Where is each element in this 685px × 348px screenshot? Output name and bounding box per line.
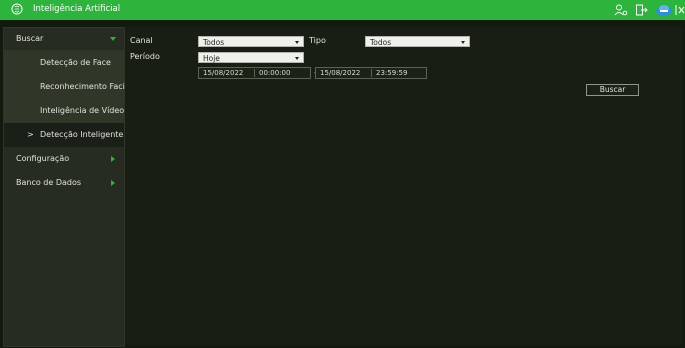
search-panel: Canal Todos Tipo Todos Período Hoje 15/0… <box>125 27 682 345</box>
dropdown-arrow-icon <box>295 57 299 60</box>
user-settings-icon[interactable] <box>614 3 628 17</box>
sidebar-item-deteccao-inteligente[interactable]: > Detecção Inteligente <box>4 123 124 147</box>
window-title: Inteligência Artificial <box>33 4 121 14</box>
close-icon[interactable] <box>675 3 685 17</box>
divider <box>254 69 255 77</box>
tipo-value: Todos <box>370 38 392 47</box>
sidebar-item-buscar[interactable]: Buscar <box>4 28 124 50</box>
chevron-right-icon <box>111 180 115 186</box>
brain-icon <box>11 3 23 15</box>
sidebar-item-label: Banco de Dados <box>16 178 82 187</box>
sidebar-item-label: Reconhecimento Facial <box>40 82 132 91</box>
sidebar-item-reconhecimento-facial[interactable]: Reconhecimento Facial <box>4 75 132 99</box>
sidebar-item-label: Detecção de Face <box>40 58 111 67</box>
start-datetime-field[interactable]: 15/08/2022 00:00:00 <box>198 67 311 79</box>
canal-label: Canal <box>130 36 153 45</box>
end-datetime-field[interactable]: 15/08/2022 23:59:59 <box>315 67 427 79</box>
canal-value: Todos <box>203 38 225 47</box>
periodo-label: Período <box>130 52 160 61</box>
periodo-value: Hoje <box>203 54 220 63</box>
sidebar-item-inteligencia-video[interactable]: Inteligência de Vídeo <box>4 99 124 123</box>
start-time[interactable]: 00:00:00 <box>259 68 290 78</box>
start-date[interactable]: 15/08/2022 <box>203 68 243 78</box>
periodo-select[interactable]: Hoje <box>198 52 304 63</box>
sidebar-item-banco-dados[interactable]: Banco de Dados <box>4 171 124 195</box>
sidebar-item-configuracao[interactable]: Configuração <box>4 147 124 171</box>
tipo-select[interactable]: Todos <box>365 36 470 47</box>
sidebar: Buscar Detecção de Face Reconhecimento F… <box>3 27 132 347</box>
sidebar-item-deteccao-face[interactable]: Detecção de Face <box>4 50 124 75</box>
chevron-down-icon <box>110 37 116 41</box>
search-button[interactable]: Buscar <box>586 84 639 96</box>
logout-icon[interactable] <box>635 3 648 17</box>
canal-select[interactable]: Todos <box>198 36 304 47</box>
cloud-network-icon[interactable] <box>655 3 673 17</box>
end-time[interactable]: 23:59:59 <box>376 68 407 78</box>
sidebar-item-label: Detecção Inteligente <box>40 130 124 139</box>
chevron-right-icon <box>111 156 115 162</box>
sidebar-item-label: Buscar <box>16 34 44 43</box>
dropdown-arrow-icon <box>295 41 299 44</box>
title-bar: Inteligência Artificial <box>0 0 685 20</box>
divider <box>371 69 372 77</box>
tipo-label: Tipo <box>309 36 326 45</box>
dropdown-arrow-icon <box>461 41 465 44</box>
sidebar-item-label: Configuração <box>16 154 70 163</box>
sidebar-item-label: Inteligência de Vídeo <box>40 106 125 115</box>
end-date[interactable]: 15/08/2022 <box>320 68 360 78</box>
chevron-right-icon: > <box>27 130 34 139</box>
